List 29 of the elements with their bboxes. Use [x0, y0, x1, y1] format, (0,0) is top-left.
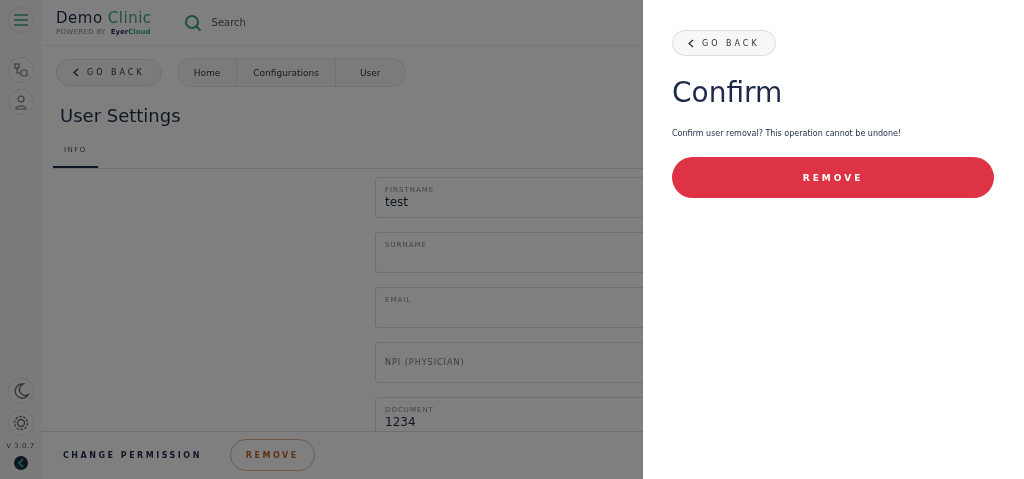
logo-icon — [13, 456, 28, 470]
field-placeholder: NPI (PHYSICIAN) — [385, 356, 466, 369]
moon-button[interactable] — [7, 378, 34, 404]
search-icon — [183, 13, 202, 32]
input-field[interactable]: NPI (PHYSICIAN) — [375, 342, 643, 383]
dialog-title: Confirm — [672, 76, 783, 109]
brand-name: Demo Clinic — [56, 9, 152, 27]
remove-button[interactable]: REMOVE — [672, 157, 994, 198]
field-value: test — [385, 193, 410, 210]
search-input[interactable]: Search — [209, 16, 334, 29]
hierarchy-button[interactable] — [7, 57, 34, 83]
settings-icon — [11, 414, 30, 432]
dialog-message: Confirm user removal? This operation cannot be undone! — [672, 129, 902, 138]
hierarchy-icon — [12, 62, 29, 78]
change-permission-button[interactable]: CHANGE PERMISSION — [51, 439, 214, 471]
chevron-left-icon — [688, 38, 694, 48]
menu-button[interactable] — [7, 7, 34, 33]
field-value: 1234 — [385, 413, 417, 430]
user-icon — [13, 94, 28, 110]
chevron-left-icon — [73, 68, 79, 77]
user-button[interactable] — [7, 89, 34, 115]
go-back-button[interactable]: GO BACK — [56, 59, 162, 86]
menu-icon — [12, 14, 29, 26]
breadcrumb-link[interactable]: Home — [177, 59, 238, 86]
page-title: User Settings — [60, 105, 182, 126]
breadcrumb-link[interactable]: Configurations — [237, 59, 336, 86]
settings-button[interactable] — [7, 410, 34, 436]
breadcrumb-link[interactable]: User — [336, 59, 405, 86]
go-back-button[interactable]: GO BACK — [672, 30, 776, 56]
